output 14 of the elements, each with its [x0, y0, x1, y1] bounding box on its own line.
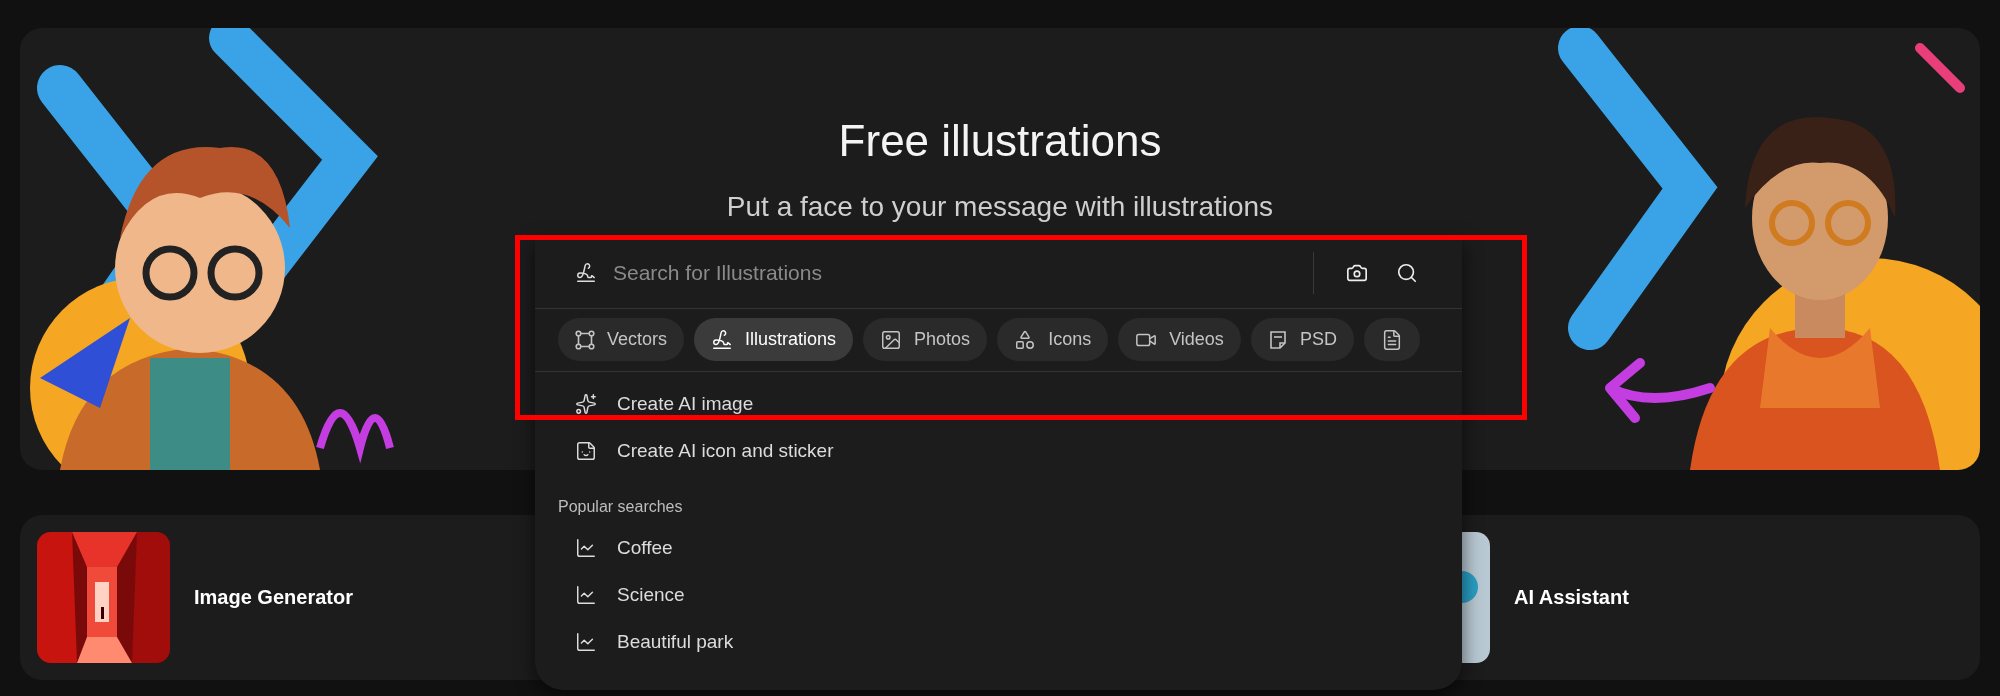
ai-action-item[interactable]: Create AI image [535, 380, 1462, 427]
category-chip[interactable]: Vectors [558, 318, 685, 361]
category-chip[interactable]: Videos [1118, 318, 1241, 361]
hero-subtitle: Put a face to your message with illustrations [726, 190, 1274, 224]
category-chip[interactable]: Illustrations [694, 318, 854, 361]
category-chip[interactable]: Photos [863, 318, 988, 361]
search-field[interactable]: Search for Illustrations [613, 257, 1287, 289]
category-chip[interactable]: Icons [997, 318, 1109, 361]
card-title: Image Generator [194, 586, 353, 609]
category-chip[interactable]: PSD [1250, 318, 1354, 361]
ai-action-item[interactable]: Create AI icon and sticker [535, 427, 1462, 474]
hero-title: Free illustrations [838, 115, 1162, 167]
card-title: AI Assistant [1514, 586, 1629, 609]
section-heading: Popular searches [557, 497, 684, 517]
